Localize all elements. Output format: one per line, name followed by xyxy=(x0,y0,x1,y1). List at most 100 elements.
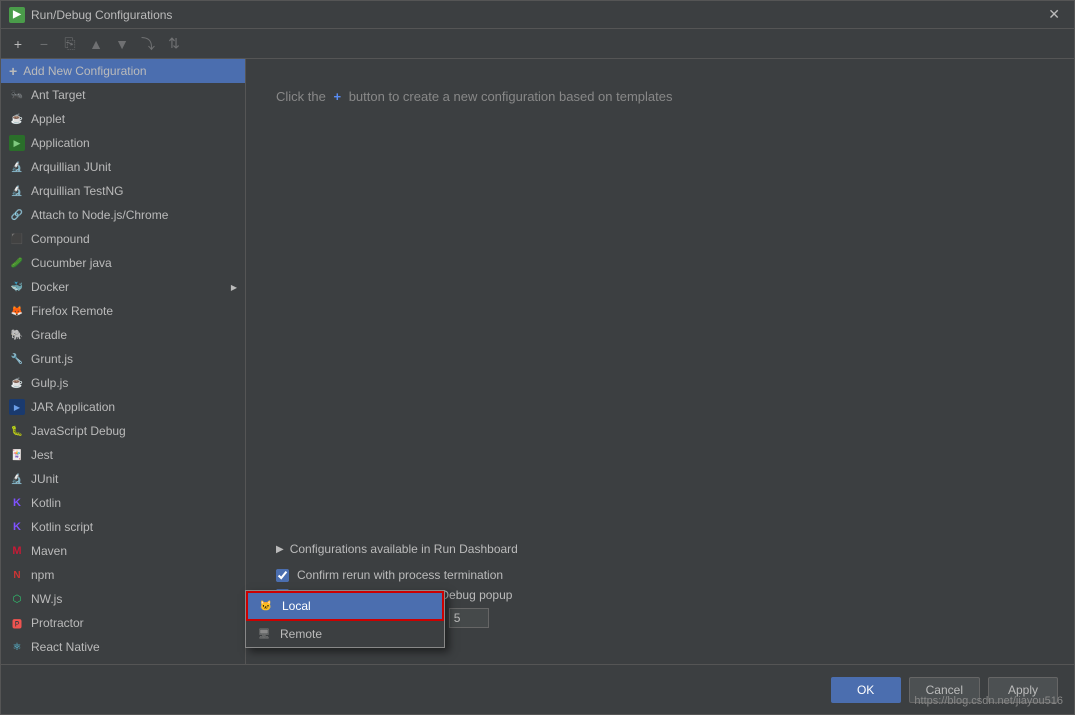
compound-label: Compound xyxy=(31,232,90,246)
sidebar-item-gulp-js[interactable]: ☕ Gulp.js xyxy=(1,371,245,395)
kotlin-label: Kotlin xyxy=(31,496,61,510)
remote-icon: 🖥 xyxy=(9,663,25,664)
protractor-icon: 🅿 xyxy=(9,615,25,631)
sidebar-item-cucumber-java[interactable]: 🥒 Cucumber java xyxy=(1,251,245,275)
copy-configuration-btn[interactable]: ⎘ xyxy=(59,33,81,55)
sidebar-item-gradle[interactable]: 🐘 Gradle xyxy=(1,323,245,347)
react-native-label: React Native xyxy=(31,640,100,654)
move-up-btn[interactable]: ▲ xyxy=(85,33,107,55)
add-new-config-plus-icon: + xyxy=(9,63,17,79)
sidebar-item-kotlin-script[interactable]: K Kotlin script xyxy=(1,515,245,539)
firefox-remote-label: Firefox Remote xyxy=(31,304,113,318)
cucumber-java-icon: 🥒 xyxy=(9,255,25,271)
sidebar-item-kotlin[interactable]: K Kotlin xyxy=(1,491,245,515)
sidebar-item-grunt-js[interactable]: 🔧 Grunt.js xyxy=(1,347,245,371)
arquillian-testng-label: Arquillian TestNG xyxy=(31,184,123,198)
arquillian-junit-label: Arquillian JUnit xyxy=(31,160,111,174)
tomcat-server-submenu: 🐱 Local 🖥 Remote xyxy=(245,590,445,648)
junit-label: JUnit xyxy=(31,472,58,486)
grunt-js-label: Grunt.js xyxy=(31,352,73,366)
sidebar: + Add New Configuration 🐜 Ant Target ☕ A… xyxy=(1,59,246,664)
sidebar-item-firefox-remote[interactable]: 🦊 Firefox Remote xyxy=(1,299,245,323)
confirm-rerun-checkbox[interactable] xyxy=(276,569,289,582)
sidebar-item-react-native[interactable]: ⚛ React Native xyxy=(1,635,245,659)
footer-url-text: https://blog.csdn.net/jiayou516 xyxy=(914,695,1063,707)
local-icon: 🐱 xyxy=(258,598,274,614)
run-dashboard-label: Configurations available in Run Dashboar… xyxy=(290,542,518,556)
remote-submenu-label: Remote xyxy=(280,627,322,641)
sidebar-item-attach-nodejs[interactable]: 🔗 Attach to Node.js/Chrome xyxy=(1,203,245,227)
submenu-item-remote[interactable]: 🖥 Remote xyxy=(246,621,444,647)
maven-icon: M xyxy=(9,543,25,559)
sidebar-item-junit[interactable]: 🔬 JUnit xyxy=(1,467,245,491)
sidebar-item-arquillian-testng[interactable]: 🔬 Arquillian TestNG xyxy=(1,179,245,203)
application-icon: ▶ xyxy=(9,135,25,151)
sidebar-item-javascript-debug[interactable]: 🐛 JavaScript Debug xyxy=(1,419,245,443)
ant-target-icon: 🐜 xyxy=(9,87,25,103)
application-label: Application xyxy=(31,136,90,150)
javascript-debug-label: JavaScript Debug xyxy=(31,424,126,438)
attach-nodejs-icon: 🔗 xyxy=(9,207,25,223)
submenu-item-local[interactable]: 🐱 Local xyxy=(246,591,444,621)
run-debug-configurations-window: ▶ Run/Debug Configurations ✕ + − ⎘ ▲ ▼ ⤵… xyxy=(0,0,1075,715)
sidebar-item-jest[interactable]: 🃏 Jest xyxy=(1,443,245,467)
title-bar: ▶ Run/Debug Configurations ✕ xyxy=(1,1,1074,29)
compound-icon: ⬛ xyxy=(9,231,25,247)
sidebar-item-application[interactable]: ▶ Application xyxy=(1,131,245,155)
kotlin-script-icon: K xyxy=(9,519,25,535)
confirm-rerun-row: Confirm rerun with process termination xyxy=(276,568,1044,582)
add-configuration-btn[interactable]: + xyxy=(7,33,29,55)
attach-nodejs-label: Attach to Node.js/Chrome xyxy=(31,208,168,222)
add-new-configuration-label: Add New Configuration xyxy=(23,64,146,78)
run-dashboard-header[interactable]: ▶ Configurations available in Run Dashbo… xyxy=(276,542,1044,556)
window-title: Run/Debug Configurations xyxy=(31,8,1042,22)
kotlin-icon: K xyxy=(9,495,25,511)
sort-btn[interactable]: ⇅ xyxy=(163,33,185,55)
firefox-remote-icon: 🦊 xyxy=(9,303,25,319)
docker-label: Docker xyxy=(31,280,69,294)
gradle-label: Gradle xyxy=(31,328,67,342)
window-icon: ▶ xyxy=(9,7,25,23)
cucumber-java-label: Cucumber java xyxy=(31,256,112,270)
info-text: Click the + button to create a new confi… xyxy=(276,89,1044,104)
main-content: + Add New Configuration 🐜 Ant Target ☕ A… xyxy=(1,59,1074,664)
junit-icon: 🔬 xyxy=(9,471,25,487)
run-dashboard-arrow-icon: ▶ xyxy=(276,544,284,555)
remote-submenu-icon: 🖥 xyxy=(256,626,272,642)
sidebar-item-remote[interactable]: 🖥 Remote xyxy=(1,659,245,664)
gulp-js-label: Gulp.js xyxy=(31,376,68,390)
javascript-debug-icon: 🐛 xyxy=(9,423,25,439)
applet-label: Applet xyxy=(31,112,65,126)
npm-icon: N xyxy=(9,567,25,583)
react-native-icon: ⚛ xyxy=(9,639,25,655)
gradle-icon: 🐘 xyxy=(9,327,25,343)
footer-url: https://blog.csdn.net/jiayou516 xyxy=(0,695,1075,707)
docker-icon: 🐳 xyxy=(9,279,25,295)
arquillian-junit-icon: 🔬 xyxy=(9,159,25,175)
remove-configuration-btn[interactable]: − xyxy=(33,33,55,55)
sidebar-item-jar-application[interactable]: ▶ JAR Application xyxy=(1,395,245,419)
close-button[interactable]: ✕ xyxy=(1042,4,1066,25)
sidebar-item-arquillian-junit[interactable]: 🔬 Arquillian JUnit xyxy=(1,155,245,179)
move-into-btn[interactable]: ⤵ xyxy=(137,33,159,55)
toolbar: + − ⎘ ▲ ▼ ⤵ ⇅ xyxy=(1,29,1074,59)
gulp-js-icon: ☕ xyxy=(9,375,25,391)
move-down-btn[interactable]: ▼ xyxy=(111,33,133,55)
sidebar-item-docker[interactable]: 🐳 Docker xyxy=(1,275,245,299)
add-new-configuration-item[interactable]: + Add New Configuration xyxy=(1,59,245,83)
jest-label: Jest xyxy=(31,448,53,462)
temp-limit-input[interactable] xyxy=(449,608,489,628)
sidebar-item-applet[interactable]: ☕ Applet xyxy=(1,107,245,131)
info-text-before: Click the xyxy=(276,89,326,104)
right-panel: Click the + button to create a new confi… xyxy=(246,59,1074,664)
jar-application-label: JAR Application xyxy=(31,400,115,414)
sidebar-item-npm[interactable]: N npm xyxy=(1,563,245,587)
sidebar-item-compound[interactable]: ⬛ Compound xyxy=(1,227,245,251)
nwjs-label: NW.js xyxy=(31,592,62,606)
sidebar-item-nwjs[interactable]: ⬡ NW.js xyxy=(1,587,245,611)
local-label: Local xyxy=(282,599,311,613)
sidebar-item-maven[interactable]: M Maven xyxy=(1,539,245,563)
sidebar-item-protractor[interactable]: 🅿 Protractor xyxy=(1,611,245,635)
jar-application-icon: ▶ xyxy=(9,399,25,415)
sidebar-item-ant-target[interactable]: 🐜 Ant Target xyxy=(1,83,245,107)
